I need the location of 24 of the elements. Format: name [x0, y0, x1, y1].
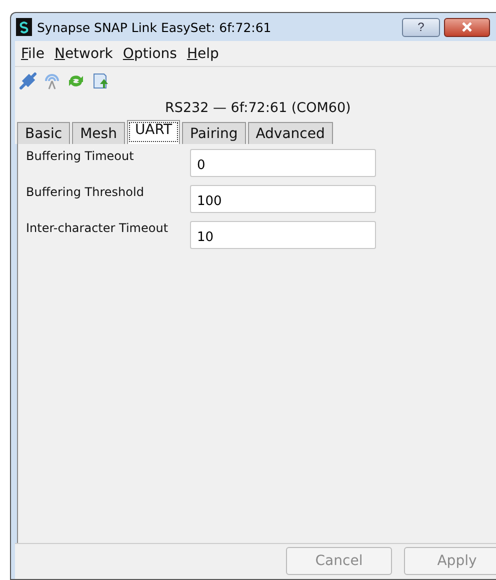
tab[interactable]: Mesh: [72, 122, 125, 144]
plug-icon[interactable]: [19, 72, 37, 90]
tab[interactable]: UART: [126, 120, 180, 144]
menu-item[interactable]: File: [21, 46, 44, 62]
input-field[interactable]: 100: [190, 185, 376, 213]
antenna-icon[interactable]: [43, 72, 61, 90]
tab[interactable]: Advanced: [248, 122, 333, 144]
close-button[interactable]: [444, 18, 490, 36]
input-field[interactable]: 10: [190, 221, 376, 249]
device-label: RS232 — 6f:72:61 (COM60): [15, 94, 496, 118]
tab[interactable]: Basic: [17, 122, 70, 144]
field-label: Inter-character Timeout: [26, 221, 170, 235]
field-label: Buffering Threshold: [26, 185, 145, 199]
close-icon: [461, 22, 473, 32]
menu-item[interactable]: Help: [186, 46, 219, 62]
upload-document-icon[interactable]: [91, 72, 109, 90]
menu-item[interactable]: Network: [54, 46, 113, 62]
input-field[interactable]: 0: [190, 149, 376, 177]
menu-item[interactable]: Options: [122, 46, 177, 62]
tab[interactable]: Pairing: [182, 122, 246, 144]
app-logo-icon: [16, 18, 32, 36]
help-button[interactable]: ?: [402, 18, 440, 36]
field-label: Buffering Timeout: [26, 149, 135, 163]
window-title: Synapse SNAP Link EasySet: 6f:72:61: [37, 20, 272, 34]
